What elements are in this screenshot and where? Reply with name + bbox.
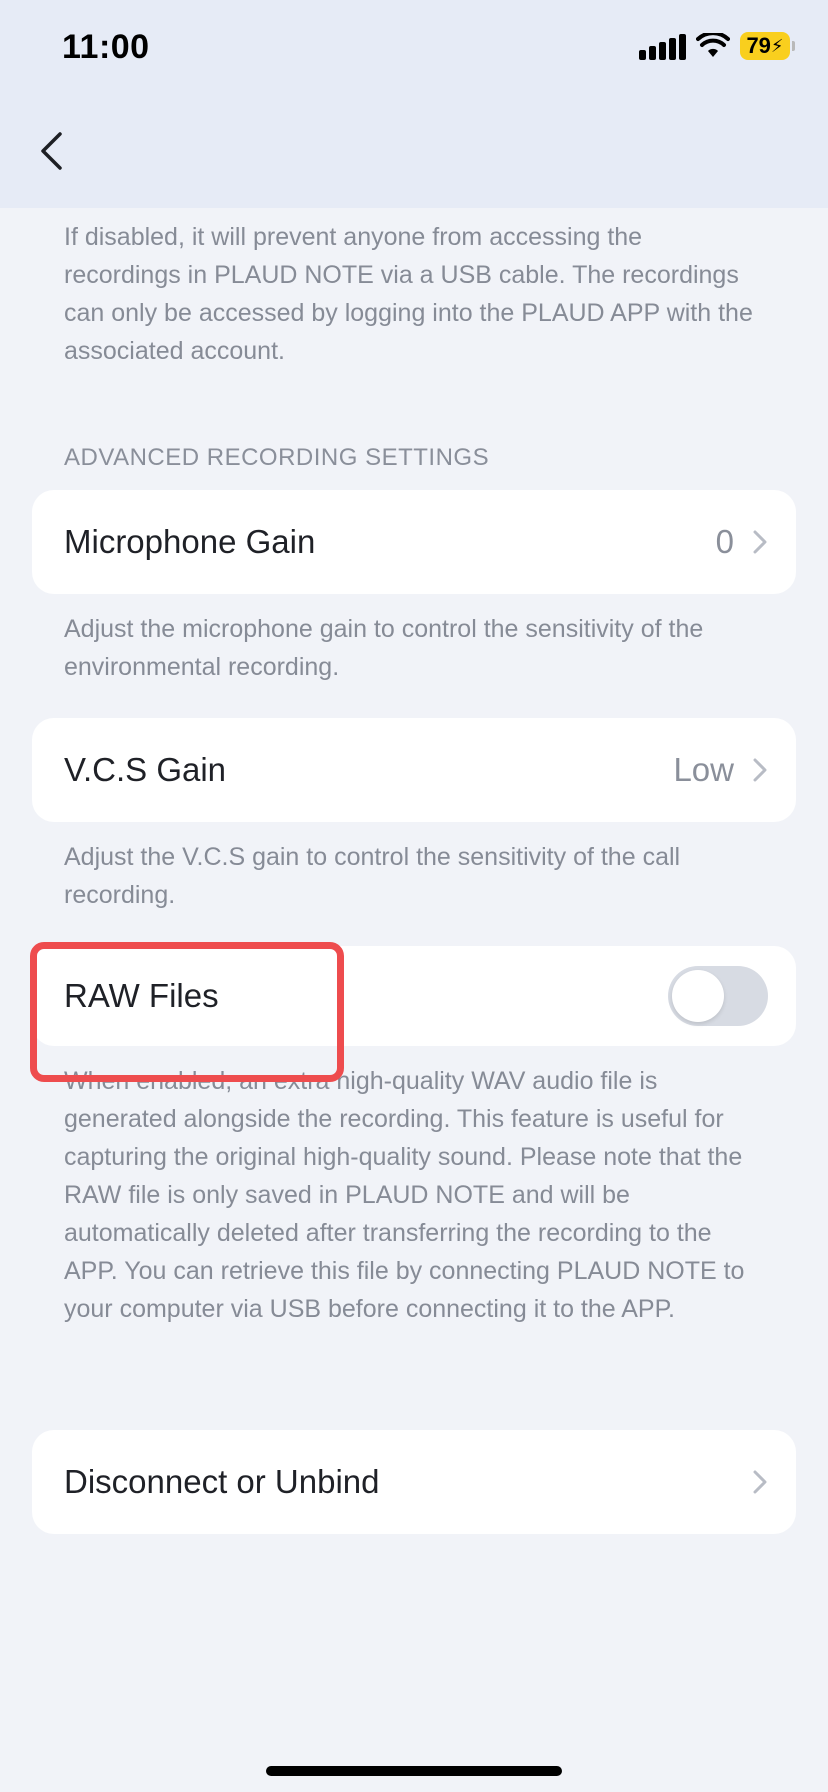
disconnect-unbind-row[interactable]: Disconnect or Unbind <box>32 1430 796 1534</box>
raw-files-highlight-box <box>30 942 344 1082</box>
settings-content: If disabled, it will prevent anyone from… <box>0 208 828 1534</box>
wifi-icon <box>696 33 730 57</box>
microphone-gain-value: 0 <box>715 523 734 560</box>
raw-files-description: When enabled, an extra high-quality WAV … <box>64 1067 745 1323</box>
home-indicator[interactable] <box>266 1766 562 1776</box>
cellular-signal-icon <box>639 32 686 60</box>
battery-level: 79 <box>746 33 771 58</box>
chevron-right-icon <box>753 758 767 782</box>
chevron-right-icon <box>753 530 767 554</box>
status-time: 11:00 <box>62 28 150 66</box>
chevron-left-icon <box>41 132 62 170</box>
header: 11:00 79 ⚡ <box>0 0 828 208</box>
status-icons: 79 ⚡ <box>639 32 795 60</box>
vcs-gain-label: V.C.S Gain <box>64 751 227 788</box>
battery-icon: 79 ⚡ <box>740 32 795 60</box>
vcs-gain-right: Low <box>673 751 768 789</box>
vcs-gain-row[interactable]: V.C.S Gain Low <box>32 718 796 822</box>
microphone-gain-label: Microphone Gain <box>64 523 316 560</box>
microphone-gain-right: 0 <box>716 523 768 561</box>
section-title-advanced: ADVANCED RECORDING SETTINGS <box>64 444 490 471</box>
charging-bolt-icon: ⚡ <box>770 35 784 56</box>
microphone-gain-description: Adjust the microphone gain to control th… <box>64 615 704 681</box>
vcs-gain-description: Adjust the V.C.S gain to control the sen… <box>64 843 681 909</box>
usb-access-description: If disabled, it will prevent anyone from… <box>64 223 753 365</box>
raw-files-toggle[interactable] <box>668 966 768 1026</box>
microphone-gain-row[interactable]: Microphone Gain 0 <box>32 490 796 594</box>
toggle-knob <box>672 970 724 1022</box>
back-button[interactable] <box>26 124 76 178</box>
chevron-right-icon <box>753 1470 767 1494</box>
screen: 11:00 79 ⚡ If disabled, it will prevent … <box>0 0 828 1792</box>
vcs-gain-value: Low <box>673 751 734 788</box>
disconnect-unbind-label: Disconnect or Unbind <box>64 1463 380 1500</box>
